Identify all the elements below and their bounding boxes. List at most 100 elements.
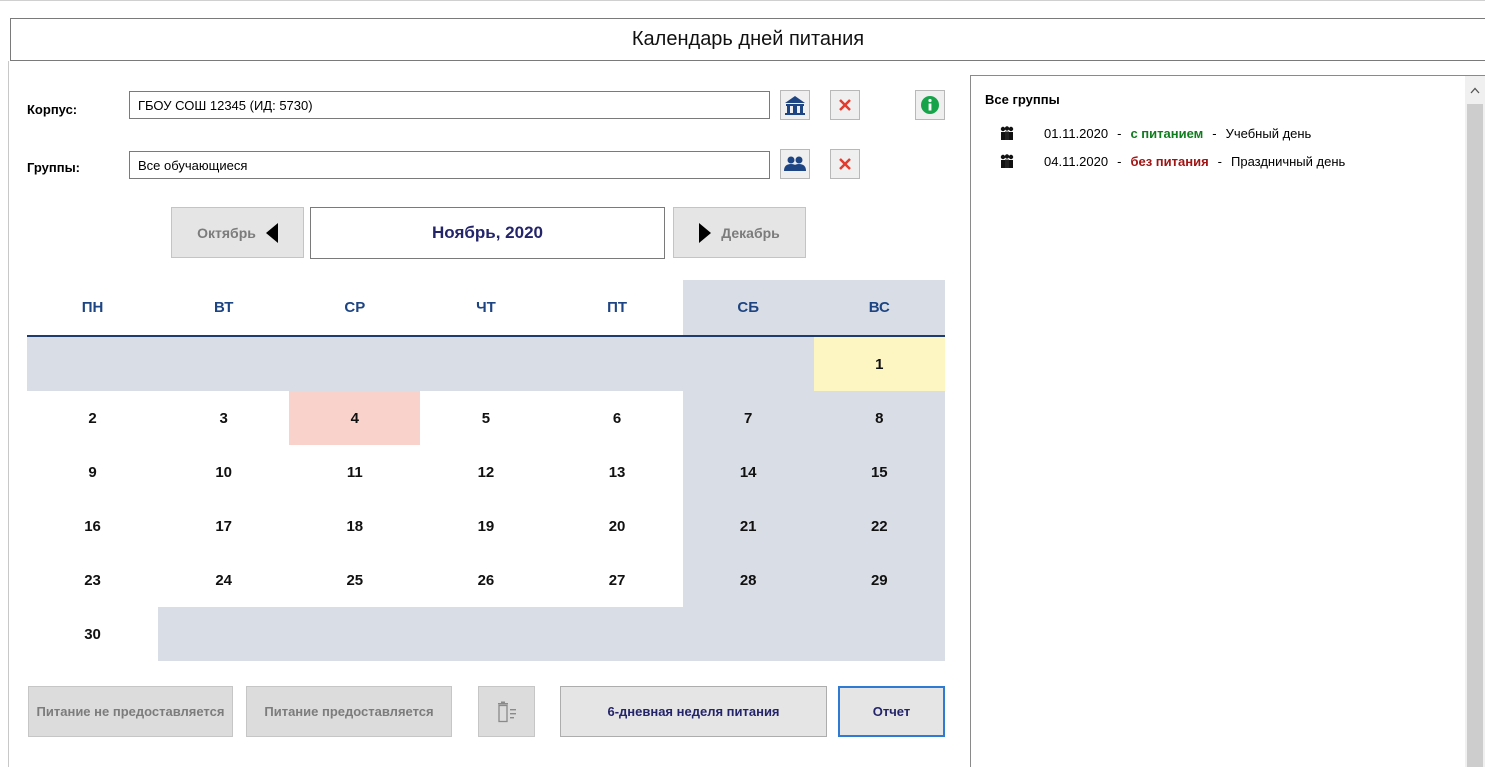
calendar-empty-cell (551, 607, 683, 661)
calendar-week-row: 23 24 25 26 27 28 29 (27, 553, 945, 607)
calendar-day-cell[interactable]: 5 (420, 391, 552, 445)
calendar-day-cell[interactable]: 28 (682, 553, 814, 607)
calendar-day-cell[interactable]: 6 (551, 391, 683, 445)
window-title: Календарь дней питания (10, 18, 1485, 61)
group-people-icon (1000, 126, 1014, 140)
scroll-up-button[interactable] (1465, 76, 1485, 104)
building-clear-button[interactable] (830, 90, 860, 120)
calendar-day-cell[interactable]: 2 (27, 391, 159, 445)
calendar-day-cell[interactable]: 21 (682, 499, 814, 553)
entry-separator: - (1117, 153, 1122, 169)
trash-list-icon (497, 701, 516, 722)
calendar-day-cell[interactable]: 30 (27, 607, 159, 661)
entry-status: без питания (1130, 153, 1209, 169)
entry-separator: - (1117, 125, 1122, 141)
info-icon (921, 96, 939, 114)
calendar-empty-cell (551, 337, 683, 391)
calendar-day-cell[interactable]: 20 (551, 499, 683, 553)
calendar-day-cell[interactable]: 25 (289, 553, 421, 607)
calendar-day-cell[interactable]: 4 (289, 391, 421, 445)
calendar-empty-cell (289, 607, 421, 661)
calendar-week-row: 16 17 18 19 20 21 22 (27, 499, 945, 553)
panel-scrollbar[interactable] (1465, 76, 1485, 767)
scroll-thumb[interactable] (1467, 104, 1483, 767)
entry-day-type: Праздничный день (1231, 153, 1346, 169)
calendar-day-cell[interactable]: 3 (158, 391, 290, 445)
weekday-sun: ВС (813, 280, 945, 335)
calendar-day-cell[interactable]: 12 (420, 445, 552, 499)
entry-date: 01.11.2020 (1044, 125, 1109, 141)
delete-button[interactable] (478, 686, 535, 737)
chevron-up-icon (1470, 87, 1480, 93)
calendar-week-row: 1 (27, 337, 945, 391)
calendar-day-cell[interactable]: 13 (551, 445, 683, 499)
calendar-day-cell[interactable]: 1 (813, 337, 945, 391)
groups-panel (970, 75, 1485, 767)
calendar-day-cell[interactable]: 15 (813, 445, 945, 499)
calendar-body: 1 2 3 4 5 6 7 8 9 10 11 12 13 14 15 16 17 18 19 20 21 22 23 24 2… (27, 337, 945, 661)
weekday-wed: СР (344, 299, 366, 316)
next-month-button[interactable]: Декабрь (673, 207, 806, 258)
calendar-day-cell[interactable]: 26 (420, 553, 552, 607)
calendar-day-cell[interactable]: 24 (158, 553, 290, 607)
prev-month-label: Октябрь (197, 224, 256, 241)
calendar-empty-cell (420, 337, 552, 391)
group-people-icon (1000, 154, 1014, 168)
calendar-empty-cell (813, 607, 945, 661)
calendar-day-cell[interactable]: 7 (682, 391, 814, 445)
info-button[interactable] (915, 90, 945, 120)
panel-entry[interactable]: 01.11.2020 - с питанием - Учебный день (1000, 124, 1311, 142)
prev-month-button[interactable]: Октябрь (171, 207, 304, 258)
close-icon (839, 158, 851, 170)
calendar-grid: ПН ВТ СР ЧТ ПТ СБ ВС 1 2 3 4 5 6 7 8 9 10 11 12 13 14… (27, 280, 945, 661)
calendar-day-cell[interactable]: 16 (27, 499, 159, 553)
calendar-day-cell[interactable]: 23 (27, 553, 159, 607)
groups-clear-button[interactable] (830, 149, 860, 179)
building-field[interactable]: ГБОУ СОШ 12345 (ИД: 5730) (129, 91, 770, 119)
no-meal-button[interactable]: Питание не предоставляется (28, 686, 233, 737)
panel-entry[interactable]: 04.11.2020 - без питания - Праздничный д… (1000, 152, 1345, 170)
triangle-right-icon (699, 222, 712, 243)
calendar-day-cell[interactable]: 9 (27, 445, 159, 499)
calendar-day-cell[interactable]: 11 (289, 445, 421, 499)
groups-label: Группы: (27, 160, 81, 175)
window-left-border (8, 61, 9, 767)
calendar-day-cell[interactable]: 22 (813, 499, 945, 553)
calendar-week-row: 9 10 11 12 13 14 15 (27, 445, 945, 499)
calendar-day-cell[interactable]: 18 (289, 499, 421, 553)
current-month: Ноябрь, 2020 (310, 207, 665, 259)
calendar-day-cell[interactable]: 8 (813, 391, 945, 445)
calendar-day-cell[interactable]: 10 (158, 445, 290, 499)
school-icon (785, 96, 805, 115)
groups-select-button[interactable] (780, 149, 810, 179)
building-select-button[interactable] (780, 90, 810, 120)
six-day-week-button[interactable]: 6-дневная неделя питания (560, 686, 827, 737)
calendar-day-cell[interactable]: 14 (682, 445, 814, 499)
entry-separator: - (1212, 125, 1217, 141)
app-window: Календарь дней питания Корпус: ГБОУ СОШ … (0, 0, 1485, 767)
calendar-day-cell[interactable]: 29 (813, 553, 945, 607)
people-icon (784, 156, 806, 171)
report-button[interactable]: Отчет (838, 686, 945, 737)
calendar-empty-cell (289, 337, 421, 391)
entry-day-type: Учебный день (1225, 125, 1312, 141)
weekday-fri: ПТ (607, 299, 628, 316)
meal-button[interactable]: Питание предоставляется (246, 686, 452, 737)
calendar-empty-cell (158, 337, 290, 391)
calendar-week-row: 30 (27, 607, 945, 661)
calendar-empty-cell (682, 607, 814, 661)
calendar-header: ПН ВТ СР ЧТ ПТ СБ ВС (27, 280, 945, 337)
calendar-day-cell[interactable]: 19 (420, 499, 552, 553)
panel-title: Все группы (985, 92, 1060, 107)
calendar-week-row: 2345678 (27, 391, 945, 445)
calendar-empty-cell (27, 337, 159, 391)
calendar-day-cell[interactable]: 17 (158, 499, 290, 553)
triangle-left-icon (265, 222, 278, 243)
entry-separator: - (1217, 153, 1222, 169)
calendar-day-cell[interactable]: 27 (551, 553, 683, 607)
calendar-empty-cell (420, 607, 552, 661)
close-icon (839, 99, 851, 111)
weekday-sat: СБ (682, 280, 814, 335)
weekday-tue: ВТ (213, 299, 234, 316)
groups-field[interactable]: Все обучающиеся (129, 151, 770, 179)
